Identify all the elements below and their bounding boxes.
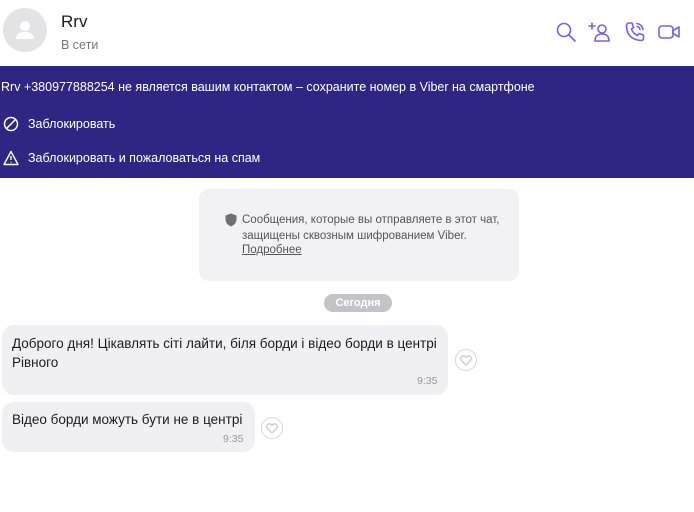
encryption-notice-text: Сообщения, которые вы отправляете в этот… xyxy=(242,214,500,242)
block-icon xyxy=(3,116,19,132)
like-heart-icon[interactable] xyxy=(455,349,477,371)
message-bubble[interactable]: Відео борди можуть бути не в центрі 9:35 xyxy=(2,402,255,452)
message-text: Доброго дня! Цікавлять сіті лайти, біля … xyxy=(12,336,437,370)
message-text: Відео борди можуть бути не в центрі xyxy=(12,412,243,427)
user-silhouette-icon xyxy=(3,8,47,52)
avatar[interactable] xyxy=(3,8,47,52)
block-and-report-button[interactable]: Заблокировать и пожаловаться на спам xyxy=(3,147,260,169)
contact-name[interactable]: Rrv xyxy=(61,12,87,32)
video-call-icon[interactable] xyxy=(657,20,681,44)
warning-icon xyxy=(3,150,19,166)
message-bubble[interactable]: Доброго дня! Цікавлять сіті лайти, біля … xyxy=(2,325,448,395)
message-time: 9:35 xyxy=(417,375,438,387)
contact-status: В сети xyxy=(61,38,99,52)
search-icon[interactable] xyxy=(554,20,578,44)
block-label[interactable]: Заблокировать xyxy=(28,117,115,131)
date-separator: Сегодня xyxy=(324,294,392,312)
add-participant-icon[interactable] xyxy=(588,20,612,44)
unknown-contact-banner: Rrv +380977888254 не является вашим конт… xyxy=(0,66,694,178)
shield-icon xyxy=(225,213,237,227)
message-time: 9:35 xyxy=(223,433,244,445)
banner-text: Rrv +380977888254 не является вашим конт… xyxy=(1,80,535,94)
learn-more-link[interactable]: Подробнее xyxy=(242,244,302,256)
chat-header: Rrv В сети xyxy=(0,0,694,66)
like-heart-icon[interactable] xyxy=(261,417,283,439)
voice-call-icon[interactable] xyxy=(623,20,647,44)
encryption-notice: Сообщения, которые вы отправляете в этот… xyxy=(199,189,519,281)
block-button[interactable]: Заблокировать xyxy=(3,113,115,135)
block-report-label[interactable]: Заблокировать и пожаловаться на спам xyxy=(28,151,260,165)
